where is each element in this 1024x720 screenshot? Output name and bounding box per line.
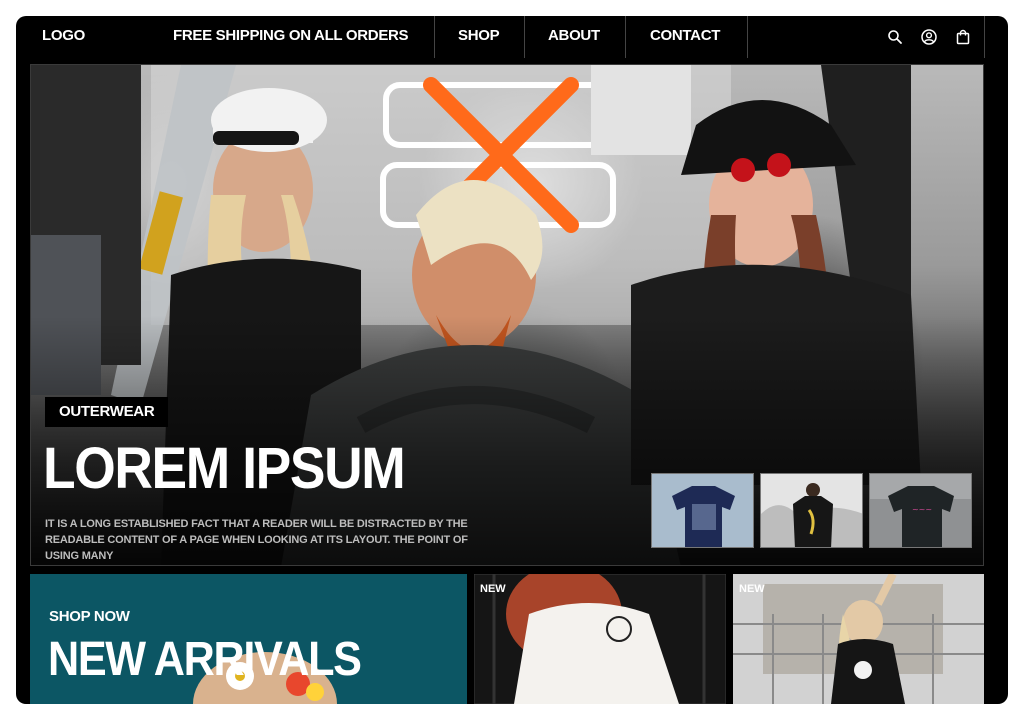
nav-link-contact[interactable]: CONTACT <box>650 16 720 60</box>
nav-link-about[interactable]: ABOUT <box>548 16 600 60</box>
hero-title: LOREM IPSUM <box>43 436 406 501</box>
nav-link-shop[interactable]: SHOP <box>458 16 500 60</box>
new-product-tile[interactable]: NEW <box>474 574 726 704</box>
top-nav: LOGO FREE SHIPPING ON ALL ORDERS SHOP AB… <box>16 16 1008 60</box>
promo-banner: FREE SHIPPING ON ALL ORDERS <box>173 27 409 44</box>
search-icon[interactable] <box>886 28 904 46</box>
category-badge[interactable]: OUTERWEAR <box>45 397 169 427</box>
svg-text:~~~: ~~~ <box>912 505 932 514</box>
new-product-photo <box>474 574 726 704</box>
new-arrivals-title: NEW ARRIVALS <box>48 633 362 686</box>
user-icon[interactable] <box>920 28 938 46</box>
nav-divider <box>984 16 985 58</box>
new-arrivals-tile[interactable]: SHOP NOW NEW ARRIVALS <box>30 574 467 704</box>
hero-description: IT IS A LONG ESTABLISHED FACT THAT A REA… <box>45 518 468 562</box>
bag-icon[interactable] <box>954 28 972 46</box>
nav-divider <box>434 16 435 58</box>
product-thumbnail[interactable] <box>760 473 863 548</box>
storefront-frame: LOGO FREE SHIPPING ON ALL ORDERS SHOP AB… <box>16 16 1008 704</box>
logo[interactable]: LOGO <box>42 16 85 60</box>
new-badge: NEW <box>739 583 765 595</box>
shop-now-label[interactable]: SHOP NOW <box>49 608 130 625</box>
product-thumbnail[interactable] <box>651 473 754 548</box>
hero-banner: OUTERWEAR LOREM IPSUM IT IS A LONG ESTAB… <box>30 64 984 566</box>
product-thumbnail[interactable]: ~~~ <box>869 473 972 548</box>
new-badge: NEW <box>480 583 506 595</box>
nav-divider <box>625 16 626 58</box>
new-product-tile[interactable]: NEW <box>733 574 984 704</box>
new-product-photo <box>733 574 984 704</box>
nav-divider <box>524 16 525 58</box>
nav-divider <box>747 16 748 58</box>
